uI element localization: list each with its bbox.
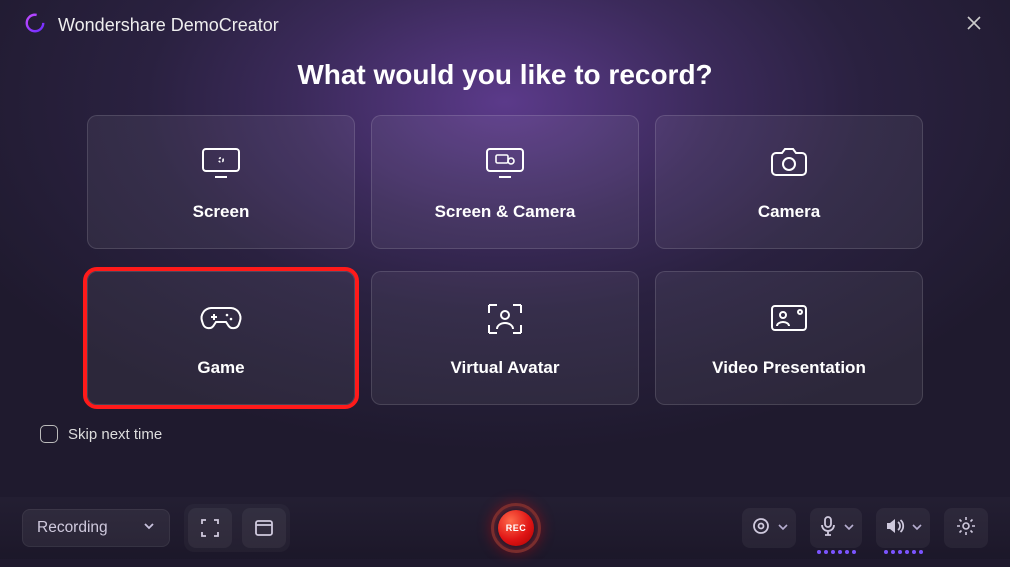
card-label: Virtual Avatar [451, 358, 560, 378]
card-game[interactable]: Game [87, 271, 355, 405]
speaker-icon [884, 516, 906, 541]
chevron-down-icon [143, 519, 155, 537]
app-title: Wondershare DemoCreator [58, 15, 279, 36]
microphone-icon [818, 515, 838, 542]
screen-camera-icon [481, 142, 529, 184]
card-label: Game [197, 358, 244, 378]
screen-icon [197, 142, 245, 184]
video-presentation-icon [766, 298, 812, 340]
level-indicator [816, 550, 856, 554]
card-camera[interactable]: Camera [655, 115, 923, 249]
fullscreen-button[interactable] [188, 508, 232, 548]
titlebar: Wondershare DemoCreator [0, 0, 1010, 47]
webcam-icon [750, 515, 772, 542]
close-button[interactable] [958, 10, 990, 41]
chevron-down-icon [844, 519, 854, 537]
mode-label: Recording [37, 519, 108, 537]
speaker-dropdown[interactable] [876, 508, 930, 548]
card-label: Screen [193, 202, 250, 222]
card-label: Camera [758, 202, 820, 222]
virtual-avatar-icon [483, 298, 527, 340]
record-button[interactable]: REC [491, 503, 541, 553]
skip-checkbox[interactable] [40, 425, 58, 443]
record-options-grid: Screen Screen & Camera Camera [0, 115, 1010, 405]
bottom-toolbar: Recording REC [0, 497, 1010, 559]
chevron-down-icon [778, 519, 788, 537]
toolbar-right [742, 508, 988, 548]
level-indicator [882, 550, 924, 554]
gear-icon [956, 516, 976, 541]
settings-button[interactable] [944, 508, 988, 548]
window-button[interactable] [242, 508, 286, 548]
capture-mode-group [184, 504, 290, 552]
title-left: Wondershare DemoCreator [24, 12, 279, 39]
card-screen[interactable]: Screen [87, 115, 355, 249]
chevron-down-icon [912, 519, 922, 537]
card-screen-camera[interactable]: Screen & Camera [371, 115, 639, 249]
page-heading: What would you like to record? [0, 59, 1010, 91]
card-label: Video Presentation [712, 358, 866, 378]
card-label: Screen & Camera [435, 202, 576, 222]
card-virtual-avatar[interactable]: Virtual Avatar [371, 271, 639, 405]
microphone-dropdown[interactable] [810, 508, 862, 548]
skip-label: Skip next time [68, 426, 162, 443]
webcam-dropdown[interactable] [742, 508, 796, 548]
app-logo-icon [24, 12, 46, 39]
mode-dropdown[interactable]: Recording [22, 509, 170, 547]
camera-icon [766, 142, 812, 184]
game-controller-icon [197, 298, 245, 340]
skip-row: Skip next time [0, 405, 1010, 443]
card-video-presentation[interactable]: Video Presentation [655, 271, 923, 405]
record-label: REC [498, 510, 534, 546]
